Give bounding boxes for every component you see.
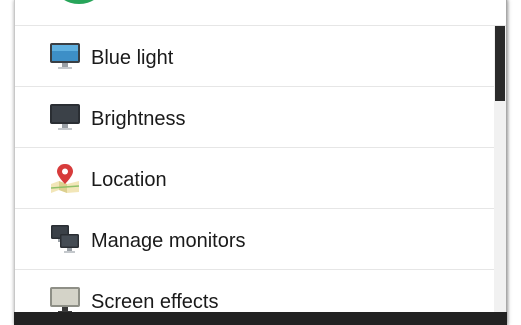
bottom-bar <box>14 312 507 325</box>
menu-item-manage-monitors[interactable]: Manage monitors <box>15 209 494 270</box>
menu-item-label: Location <box>91 169 167 191</box>
monitor-dark-icon <box>49 101 81 133</box>
menu-item-label: Screen effects <box>91 291 219 313</box>
multiple-monitors-icon <box>49 223 81 255</box>
menu-item-brightness[interactable]: Brightness <box>15 87 494 148</box>
app-frame: Blue light Brightness Location Manage mo… <box>0 0 521 325</box>
panel-shadow <box>506 0 510 325</box>
scrollbar-thumb[interactable] <box>495 26 505 101</box>
panel-header-strip <box>15 0 506 26</box>
menu-item-label: Brightness <box>91 108 186 130</box>
header-avatar <box>56 0 102 4</box>
location-pin-map-icon <box>49 162 81 194</box>
menu-item-label: Manage monitors <box>91 230 246 252</box>
menu-item-label: Blue light <box>91 47 174 69</box>
menu-item-location[interactable]: Location <box>15 148 494 209</box>
menu-item-blue-light[interactable]: Blue light <box>15 26 494 87</box>
vertical-scrollbar[interactable] <box>494 26 506 325</box>
monitor-blue-icon <box>49 40 81 72</box>
settings-panel: Blue light Brightness Location Manage mo… <box>14 0 507 325</box>
settings-menu: Blue light Brightness Location Manage mo… <box>15 26 494 325</box>
